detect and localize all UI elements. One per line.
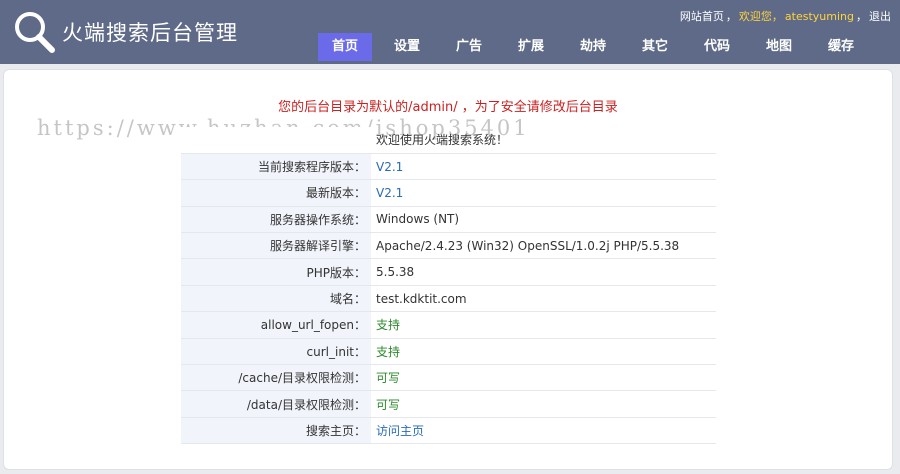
- welcome-label-cell: [181, 127, 371, 154]
- brand-title: 火端搜索后台管理: [62, 21, 238, 45]
- nav-item-other[interactable]: 其它: [628, 33, 682, 61]
- table-row: /cache/目录权限检测： 可写: [181, 364, 716, 392]
- latest-version-value: V2.1: [371, 179, 716, 207]
- logout-link[interactable]: 退出: [869, 10, 891, 23]
- server-engine-value: Apache/2.4.23 (Win32) OpenSSL/1.0.2j PHP…: [371, 232, 716, 260]
- nav-item-code[interactable]: 代码: [690, 33, 744, 61]
- cache-dir-status: 可写: [371, 364, 716, 392]
- table-row: 最新版本： V2.1: [181, 179, 716, 207]
- nav-item-home[interactable]: 首页: [318, 33, 372, 61]
- table-row: curl_init： 支持: [181, 338, 716, 366]
- admin-path-warning: 您的后台目录为默认的/admin/ ，为了安全请修改后台目录: [278, 100, 618, 115]
- row-label: 服务器操作系统：: [181, 206, 371, 234]
- curl-init-status: 支持: [371, 338, 716, 366]
- table-row: 服务器解译引擎： Apache/2.4.23 (Win32) OpenSSL/1…: [181, 232, 716, 260]
- row-label: 最新版本：: [181, 179, 371, 207]
- table-row: 搜索主页： 访问主页: [181, 417, 716, 445]
- table-row: 域名： test.kdktit.com: [181, 285, 716, 313]
- separator: ，: [856, 10, 867, 23]
- row-label: allow_url_fopen：: [181, 311, 371, 339]
- allow-url-fopen-status: 支持: [371, 311, 716, 339]
- nav-item-sitemap[interactable]: 地图: [752, 33, 806, 61]
- domain-value: test.kdktit.com: [371, 285, 716, 313]
- nav-item-cache[interactable]: 缓存: [814, 33, 868, 61]
- main-nav: 首页 设置 广告 扩展 劫持 其它 代码 地图 缓存: [318, 33, 876, 61]
- system-info-table: 欢迎使用火端搜索系统！ 当前搜索程序版本： V2.1 最新版本： V2.1 服务…: [181, 127, 716, 445]
- table-row: 服务器操作系统： Windows (NT): [181, 206, 716, 234]
- top-links: 网站首页，欢迎您， atestyuming，退出: [679, 8, 892, 24]
- row-label: 搜索主页：: [181, 417, 371, 445]
- row-label: /data/目录权限检测：: [181, 390, 371, 418]
- os-value: Windows (NT): [371, 206, 716, 234]
- table-row: PHP版本： 5.5.38: [181, 258, 716, 286]
- row-label: curl_init：: [181, 338, 371, 366]
- row-label: 服务器解译引擎：: [181, 232, 371, 260]
- current-version-value: V2.1: [371, 153, 716, 181]
- nav-item-settings[interactable]: 设置: [380, 33, 434, 61]
- separator: ，: [725, 10, 737, 23]
- table-row: 当前搜索程序版本： V2.1: [181, 153, 716, 181]
- php-version-value: 5.5.38: [371, 258, 716, 286]
- site-home-link[interactable]: 网站首页: [680, 10, 724, 23]
- nav-item-extensions[interactable]: 扩展: [504, 33, 558, 61]
- magnifier-icon: [15, 12, 55, 53]
- data-dir-status: 可写: [371, 390, 716, 418]
- username-link[interactable]: atestyuming: [785, 10, 854, 23]
- nav-item-ads[interactable]: 广告: [442, 33, 496, 61]
- table-row: 欢迎使用火端搜索系统！: [181, 127, 716, 154]
- welcome-text: 欢迎您，: [738, 10, 783, 23]
- row-label: 当前搜索程序版本：: [181, 153, 371, 181]
- row-label: 域名：: [181, 285, 371, 313]
- top-header: 火端搜索后台管理 网站首页，欢迎您， atestyuming，退出 首页 设置 广…: [0, 0, 900, 64]
- row-label: /cache/目录权限检测：: [181, 364, 371, 392]
- visit-homepage-link[interactable]: 访问主页: [371, 417, 716, 445]
- table-row: /data/目录权限检测： 可写: [181, 390, 716, 418]
- row-label: PHP版本：: [181, 258, 371, 286]
- nav-item-hijack[interactable]: 劫持: [566, 33, 620, 61]
- welcome-message: 欢迎使用火端搜索系统！: [371, 127, 716, 154]
- table-row: allow_url_fopen： 支持: [181, 311, 716, 339]
- main-panel: 您的后台目录为默认的/admin/ ，为了安全请修改后台目录 https://w…: [3, 69, 893, 470]
